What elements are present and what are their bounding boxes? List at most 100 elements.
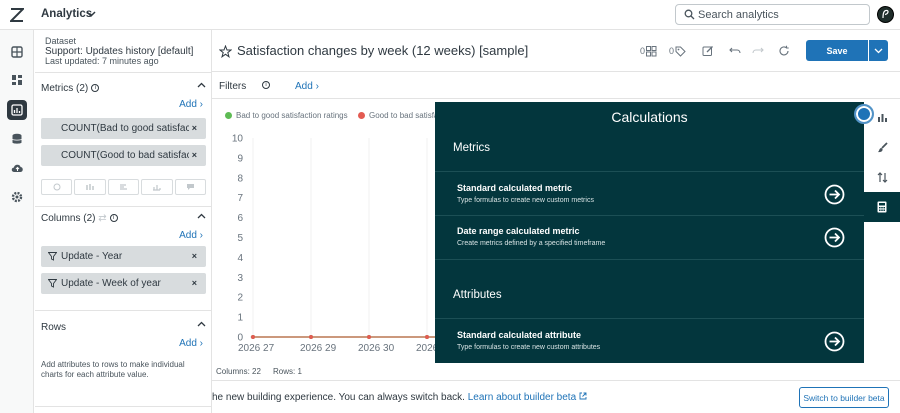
- chat-icon[interactable]: [174, 179, 207, 195]
- y-tick-label: 5: [237, 233, 243, 244]
- remove-icon[interactable]: ×: [192, 118, 197, 139]
- arrow-right-circle-icon[interactable]: [824, 331, 845, 352]
- item-description: Type formulas to create new custom attri…: [457, 344, 601, 351]
- stacked-chart-icon[interactable]: [141, 179, 173, 195]
- nav-settings-icon[interactable]: [7, 187, 27, 207]
- chevron-up-icon[interactable]: [197, 213, 206, 219]
- item-title: Standard calculated attribute: [457, 330, 582, 340]
- chevron-down-icon[interactable]: [85, 9, 97, 19]
- line-chart: 0 1 2 3 4 5 6 7 8 9 10 2026 27 2026 29 2026 30 2026 31: [232, 134, 435, 354]
- zendesk-logo-icon[interactable]: [10, 8, 24, 22]
- data-point: [309, 335, 313, 339]
- tag-icon: [675, 46, 686, 57]
- item-title: Date range calculated metric: [457, 226, 580, 236]
- x-tick-label: 2026 27: [238, 343, 275, 354]
- chevron-up-icon[interactable]: [197, 321, 206, 327]
- edit-icon[interactable]: [702, 45, 714, 57]
- y-tick-label: 3: [237, 273, 243, 284]
- search-box[interactable]: [675, 4, 870, 25]
- item-description: Type formulas to create new custom metri…: [457, 197, 594, 204]
- tags-indicator[interactable]: 0: [669, 45, 686, 57]
- divider: [35, 310, 212, 311]
- info-icon[interactable]: i: [262, 81, 270, 89]
- data-point: [425, 335, 429, 339]
- filter-icon[interactable]: [48, 279, 57, 288]
- metric-pill[interactable]: COUNT(Bad to good satisfaction ratings) …: [41, 118, 206, 139]
- data-point: [251, 335, 255, 339]
- avatar-glyph-icon: [882, 9, 889, 19]
- report-builder-panel: Dataset Support: Updates history [defaul…: [35, 30, 212, 413]
- columns-title: Columns (2): [41, 213, 96, 224]
- info-icon[interactable]: i: [109, 214, 118, 223]
- chevron-up-icon[interactable]: [197, 82, 206, 88]
- search-input[interactable]: [698, 7, 863, 22]
- visualization-toolbar: [41, 179, 207, 195]
- chevron-down-icon: [874, 48, 883, 53]
- redo-icon[interactable]: [752, 45, 764, 57]
- user-avatar-icon[interactable]: [877, 6, 894, 23]
- remove-icon[interactable]: ×: [192, 273, 197, 294]
- metrics-title: Metrics (2): [41, 83, 89, 94]
- external-link-icon: [579, 392, 587, 400]
- learn-more-label: Learn about builder beta: [467, 392, 577, 403]
- save-button[interactable]: Save: [806, 40, 868, 61]
- info-icon[interactable]: i: [91, 84, 100, 93]
- builder-beta-banner: he new building experience. You can alwa…: [212, 380, 900, 413]
- nav-dashboards-icon[interactable]: [7, 70, 27, 90]
- rows-title: Rows: [41, 322, 67, 333]
- divider: [435, 215, 864, 216]
- swap-icon[interactable]: ⇄: [98, 213, 106, 224]
- nav-home-icon[interactable]: [7, 42, 27, 62]
- metrics-heading: Metrics: [453, 142, 491, 154]
- remove-icon[interactable]: ×: [192, 145, 197, 166]
- column-pill[interactable]: Update - Week of year ×: [41, 273, 206, 294]
- column-pill[interactable]: Update - Year ×: [41, 246, 206, 267]
- dataset-label: Dataset: [45, 36, 77, 46]
- calculator-icon[interactable]: [864, 192, 900, 222]
- star-icon[interactable]: [219, 45, 232, 58]
- rows-count: Rows: 1: [273, 367, 302, 376]
- pie-chart-icon[interactable]: [41, 179, 73, 195]
- paint-brush-icon[interactable]: [864, 132, 900, 162]
- dashboard-icon: [646, 45, 657, 56]
- arrow-right-circle-icon[interactable]: [824, 184, 845, 205]
- top-bar: Analytics: [0, 0, 900, 30]
- x-tick-label: 2026 31: [416, 343, 435, 354]
- legend-item[interactable]: Bad to good satisfaction ratings: [225, 111, 348, 120]
- switch-to-builder-beta-button[interactable]: Switch to builder beta: [799, 387, 889, 408]
- column-chart-icon[interactable]: [74, 179, 106, 195]
- bar-chart-icon[interactable]: [107, 179, 140, 195]
- divider: [435, 171, 864, 172]
- metric-pill-label: COUNT(Bad to good satisfaction ratings): [61, 123, 189, 134]
- nav-datasets-icon[interactable]: [7, 129, 27, 149]
- dashboards-count: 0: [640, 46, 646, 56]
- add-row-link[interactable]: Add ›: [179, 338, 203, 349]
- undo-icon[interactable]: [729, 45, 741, 57]
- dashboards-indicator[interactable]: 0: [640, 45, 657, 57]
- learn-more-link[interactable]: Learn about builder beta: [468, 392, 587, 403]
- calculations-tour-indicator: [854, 104, 874, 124]
- nav-upload-icon[interactable]: [7, 158, 27, 178]
- tags-count: 0: [669, 46, 675, 56]
- arrow-right-circle-icon[interactable]: [824, 227, 845, 248]
- add-metric-link[interactable]: Add ›: [179, 99, 203, 110]
- save-options-button[interactable]: [869, 40, 888, 61]
- calculations-panel: Calculations Metrics Standard calculated…: [435, 102, 864, 363]
- banner-text: he new building experience. You can alwa…: [212, 392, 465, 403]
- y-tick-label: 4: [237, 253, 243, 264]
- remove-icon[interactable]: ×: [192, 246, 197, 267]
- report-title[interactable]: Satisfaction changes by week (12 weeks) …: [237, 43, 528, 58]
- nav-reports-icon[interactable]: [7, 100, 27, 120]
- add-filter-link[interactable]: Add ›: [295, 81, 319, 92]
- sort-icon[interactable]: [864, 162, 900, 192]
- columns-section-title: Columns (2) ⇄ i: [41, 213, 118, 224]
- add-column-link[interactable]: Add ›: [179, 230, 203, 241]
- divider: [435, 318, 864, 319]
- divider: [35, 72, 212, 73]
- metric-pill[interactable]: COUNT(Good to bad satisfaction ratings) …: [41, 145, 206, 166]
- filter-icon[interactable]: [48, 252, 57, 261]
- refresh-icon[interactable]: [778, 45, 790, 57]
- y-tick-label: 10: [232, 134, 244, 145]
- x-tick-label: 2026 29: [300, 343, 337, 354]
- metrics-section-title: Metrics (2) i: [41, 83, 100, 94]
